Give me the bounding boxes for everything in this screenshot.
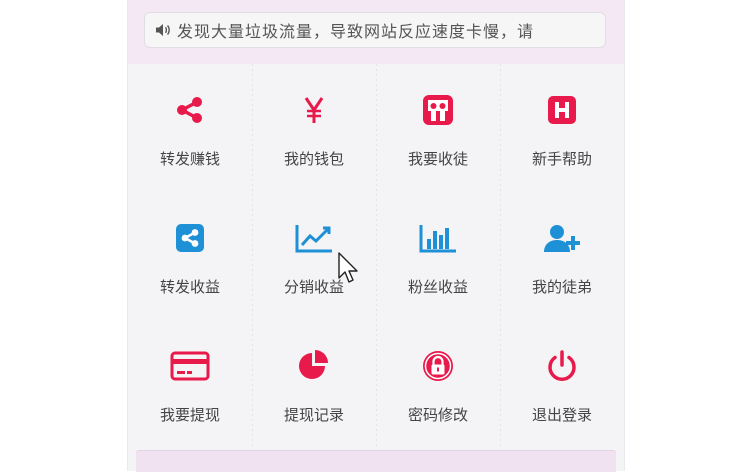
menu-item-label: 我的徒弟: [531, 278, 592, 296]
menu-item-distribution-income[interactable]: 分销收益: [252, 192, 376, 320]
volume-icon: [155, 23, 177, 37]
menu-item-label: 转发赚钱: [159, 150, 220, 168]
menu-item-withdraw[interactable]: 我要提现: [128, 320, 252, 448]
user-plus-icon: [542, 218, 582, 258]
menu-item-help[interactable]: 新手帮助: [500, 64, 624, 192]
menu-item-label: 新手帮助: [531, 150, 592, 168]
menu-item-share-earn[interactable]: 转发赚钱: [128, 64, 252, 192]
menu-item-share-income[interactable]: 转发收益: [128, 192, 252, 320]
power-icon: [542, 346, 582, 386]
menu-item-fans-income[interactable]: 粉丝收益: [376, 192, 500, 320]
pie-chart-icon: [294, 346, 334, 386]
menu-item-label: 我要收徒: [407, 150, 468, 168]
h-square-icon: [542, 90, 582, 130]
menu-item-logout[interactable]: 退出登录: [500, 320, 624, 448]
bar-chart-icon: [418, 218, 458, 258]
menu-item-label: 分销收益: [283, 278, 344, 296]
notice-area: 发现大量垃圾流量，导致网站反应速度卡慢，请: [128, 0, 624, 64]
menu-item-label: 我要提现: [159, 406, 220, 424]
app-screen: 发现大量垃圾流量，导致网站反应速度卡慢，请 转发赚钱 我的钱包 我要收徒 新手帮…: [128, 0, 624, 472]
menu-item-label: 粉丝收益: [407, 278, 468, 296]
line-chart-icon: [294, 218, 334, 258]
share-icon: [170, 90, 210, 130]
menu-item-wallet[interactable]: 我的钱包: [252, 64, 376, 192]
yen-icon: [294, 90, 334, 130]
menu-item-label: 转发收益: [159, 278, 220, 296]
lock-icon: [418, 346, 458, 386]
share-square-icon: [170, 218, 210, 258]
notice-bar[interactable]: 发现大量垃圾流量，导致网站反应速度卡慢，请: [144, 12, 606, 48]
credit-card-icon: [170, 346, 210, 386]
notice-text: 发现大量垃圾流量，导致网站反应速度卡慢，请: [177, 22, 535, 41]
menu-item-recruit[interactable]: 我要收徒: [376, 64, 500, 192]
menu-item-change-password[interactable]: 密码修改: [376, 320, 500, 448]
bottom-bar: [136, 450, 616, 472]
menu-item-withdraw-records[interactable]: 提现记录: [252, 320, 376, 448]
menu-item-my-apprentices[interactable]: 我的徒弟: [500, 192, 624, 320]
menu-item-label: 退出登录: [531, 406, 592, 424]
slideshare-icon: [418, 90, 458, 130]
menu-item-label: 我的钱包: [283, 150, 344, 168]
menu-item-label: 提现记录: [283, 406, 344, 424]
menu-item-label: 密码修改: [407, 406, 468, 424]
menu-grid: 转发赚钱 我的钱包 我要收徒 新手帮助 转发收益 分销收益 粉丝收益 我的徒弟 …: [128, 64, 624, 448]
